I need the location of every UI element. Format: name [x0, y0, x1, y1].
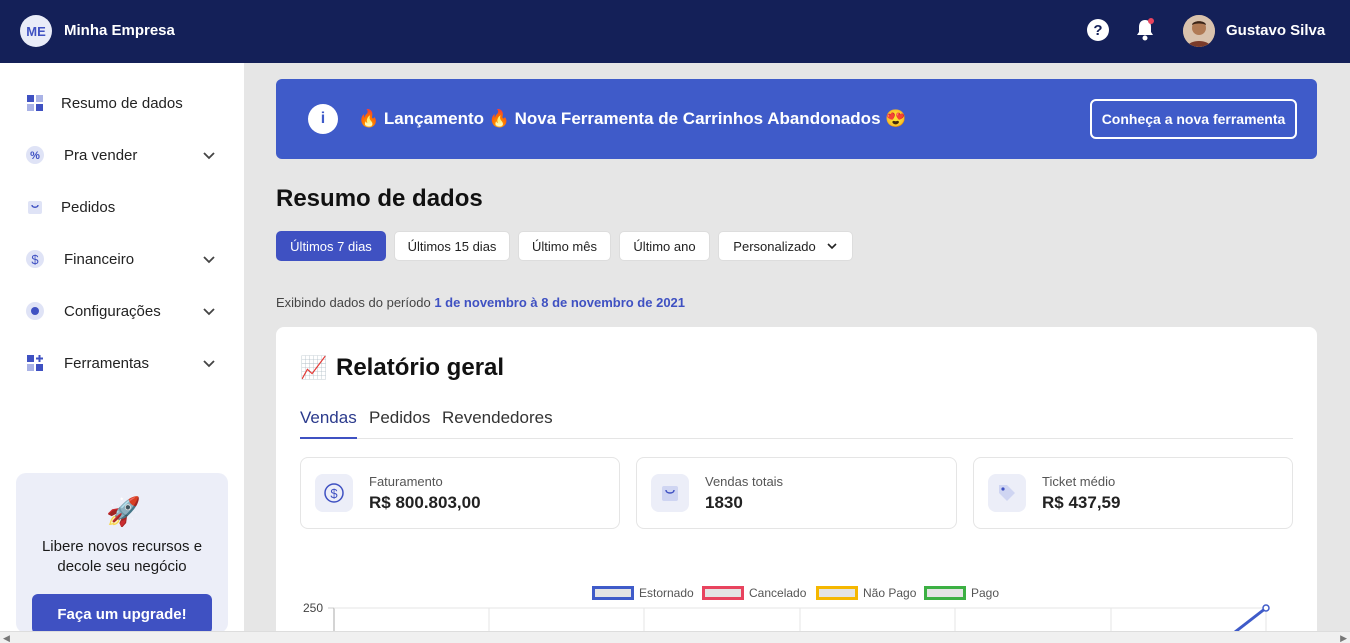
sidebar-item-ferramentas[interactable]: Ferramentas	[0, 343, 244, 383]
bag-icon	[24, 196, 46, 218]
user-name[interactable]: Gustavo Silva	[1226, 22, 1325, 39]
tab-revendedores[interactable]: Revendedores	[442, 408, 553, 439]
chevron-down-icon	[203, 360, 215, 368]
report-title: Relatório geral	[336, 354, 505, 381]
stat-faturamento: $ Faturamento R$ 800.803,00	[300, 457, 620, 529]
chart-trend-icon: 📈	[300, 355, 328, 380]
stat-vendas-totais: Vendas totais 1830	[636, 457, 957, 529]
svg-text:$: $	[330, 486, 338, 501]
horizontal-scrollbar[interactable]: ◀ ▶	[0, 631, 1350, 643]
upgrade-button[interactable]: Faça um upgrade!	[32, 594, 212, 634]
upgrade-promo-card: 🚀 Libere novos recursos e decole seu neg…	[16, 473, 228, 634]
notification-bell-icon[interactable]	[1134, 17, 1156, 43]
chevron-down-icon	[203, 152, 215, 160]
period-range: 1 de novembro à 8 de novembro de 2021	[434, 295, 686, 310]
stat-ticket-medio: Ticket médio R$ 437,59	[973, 457, 1293, 529]
dashboard-icon	[24, 92, 46, 114]
filter-last-15-days[interactable]: Últimos 15 dias	[394, 231, 510, 261]
legend-label: Pago	[971, 586, 1000, 600]
sidebar-item-label: Financeiro	[64, 250, 135, 268]
sidebar-item-label: Ferramentas	[64, 354, 150, 372]
banner-message: 🔥 Lançamento 🔥 Nova Ferramenta de Carrin…	[358, 109, 907, 128]
sidebar-item-label: Pedidos	[61, 198, 116, 216]
tools-icon	[24, 352, 46, 374]
filter-last-year[interactable]: Último ano	[619, 231, 710, 261]
top-bar: ME Minha Empresa ? Gustavo Silva	[0, 0, 1350, 63]
sidebar: Resumo de dados % Pra vender Pedidos $ F…	[0, 63, 244, 634]
page-title: Resumo de dados	[276, 185, 483, 212]
dollar-icon: $	[315, 474, 353, 512]
new-tool-button[interactable]: Conheça a nova ferramenta	[1090, 99, 1297, 139]
help-icon[interactable]: ?	[1087, 19, 1109, 41]
tab-pedidos[interactable]: Pedidos	[369, 408, 430, 439]
chevron-down-icon	[827, 243, 837, 250]
sidebar-item-pra-vender[interactable]: % Pra vender	[0, 135, 244, 175]
percent-icon: %	[24, 144, 46, 166]
sidebar-item-label: Resumo de dados	[61, 94, 183, 112]
bag-icon	[651, 474, 689, 512]
filter-custom-dropdown[interactable]: Personalizado	[718, 231, 853, 261]
legend-label: Cancelado	[749, 586, 807, 600]
period-info: Exibindo dados do período 1 de novembro …	[276, 295, 685, 310]
legend-swatch	[816, 586, 858, 600]
sidebar-item-pedidos[interactable]: Pedidos	[0, 187, 244, 227]
tag-icon	[988, 474, 1026, 512]
report-card: 📈 Relatório geral Vendas Pedidos Revende…	[276, 327, 1317, 643]
scroll-left-arrow-icon[interactable]: ◀	[3, 633, 10, 643]
filter-last-month[interactable]: Último mês	[518, 231, 611, 261]
sidebar-item-label: Pra vender	[64, 146, 138, 164]
stat-label: Vendas totais	[705, 474, 784, 489]
gear-icon	[24, 300, 46, 322]
sidebar-item-label: Configurações	[64, 302, 161, 320]
legend-swatch	[702, 586, 744, 600]
stat-value: 1830	[705, 493, 743, 512]
stat-value: R$ 437,59	[1042, 493, 1121, 512]
user-avatar[interactable]	[1183, 15, 1215, 47]
legend-label: Estornado	[639, 586, 694, 600]
scroll-right-arrow-icon[interactable]: ▶	[1340, 633, 1347, 643]
filter-custom-label: Personalizado	[733, 238, 816, 254]
chevron-down-icon	[203, 308, 215, 316]
info-icon: i	[308, 104, 338, 134]
report-tabs: Vendas Pedidos Revendedores	[300, 405, 1293, 439]
chevron-down-icon	[203, 256, 215, 264]
tab-vendas[interactable]: Vendas	[300, 408, 357, 439]
legend-label: Não Pago	[863, 586, 917, 600]
sidebar-item-resumo-de-dados[interactable]: Resumo de dados	[0, 83, 244, 123]
legend-swatch	[924, 586, 966, 600]
sidebar-item-configuracoes[interactable]: Configurações	[0, 291, 244, 331]
stat-label: Ticket médio	[1042, 474, 1116, 489]
announcement-banner: i 🔥 Lançamento 🔥 Nova Ferramenta de Carr…	[276, 79, 1317, 159]
promo-text: Libere novos recursos e decole seu negóc…	[41, 538, 203, 575]
filter-last-7-days[interactable]: Últimos 7 dias	[276, 231, 386, 261]
legend-swatch	[592, 586, 634, 600]
series-estornado-point[interactable]	[1262, 604, 1270, 612]
dollar-icon: $	[24, 248, 46, 270]
y-tick-label: 250	[303, 601, 323, 615]
brand-avatar[interactable]: ME	[20, 15, 52, 47]
period-prefix: Exibindo dados do período	[276, 295, 431, 310]
sidebar-item-financeiro[interactable]: $ Financeiro	[0, 239, 244, 279]
rocket-icon: 🚀	[106, 496, 141, 527]
svg-text:%: %	[30, 150, 40, 162]
svg-text:$: $	[31, 252, 39, 267]
stat-value: R$ 800.803,00	[369, 493, 481, 512]
stat-label: Faturamento	[369, 474, 443, 489]
brand-name[interactable]: Minha Empresa	[64, 22, 175, 39]
